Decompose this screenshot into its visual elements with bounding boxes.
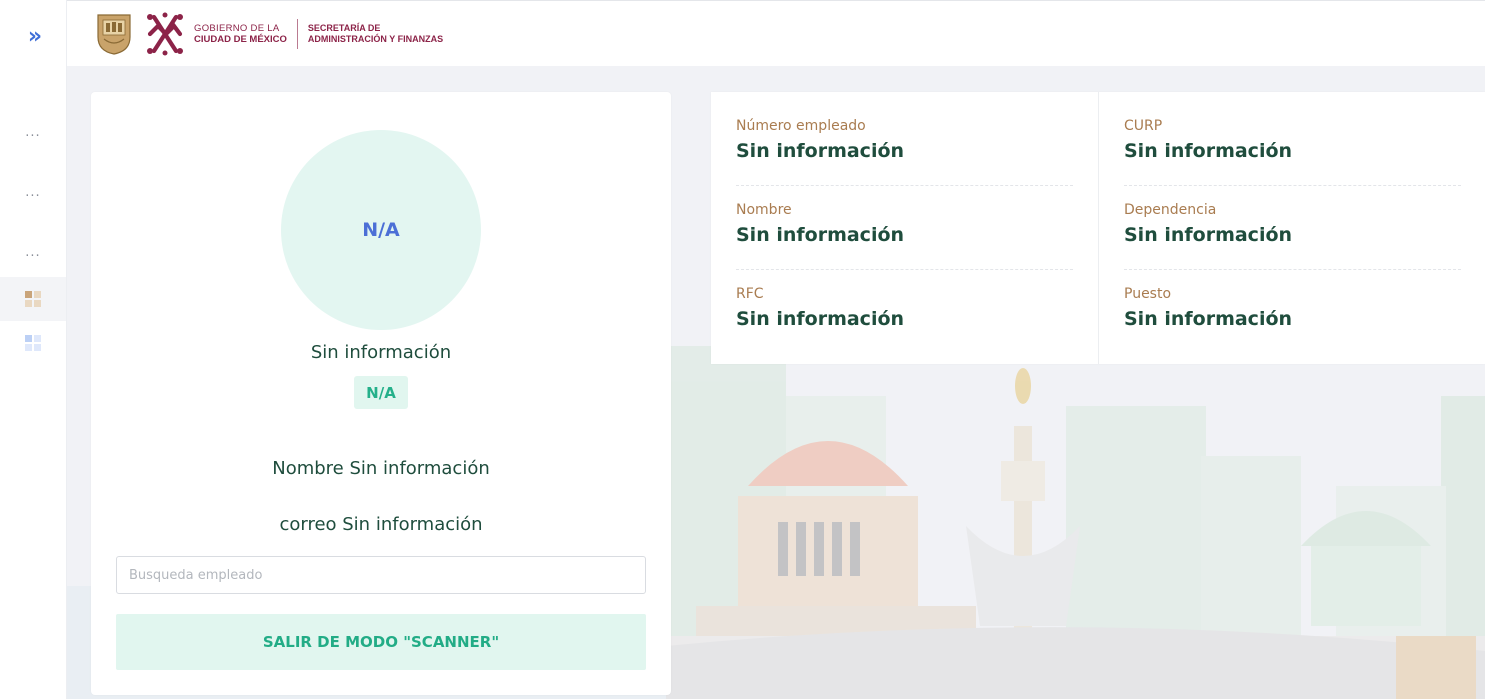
coat-of-arms-icon	[97, 13, 131, 55]
top-header: GOBIERNO DE LA CIUDAD DE MÉXICO SECRETAR…	[66, 0, 1485, 66]
status-badge: N/A	[354, 376, 408, 409]
field-value: Sin información	[1124, 140, 1293, 162]
sidebar-item-dashboard[interactable]	[0, 277, 66, 321]
exit-scanner-mode-button[interactable]: SALIR DE MODO "SCANNER"	[116, 614, 646, 670]
avatar-initials: N/A	[362, 219, 400, 241]
logo-divider	[296, 18, 298, 49]
grid-icon	[25, 335, 41, 351]
cdmx-logo[interactable]: GOBIERNO DE LA CIUDAD DE MÉXICO SECRETAR…	[96, 11, 443, 57]
gobierno-cdmx-text: GOBIERNO DE LA CIUDAD DE MÉXICO	[194, 23, 287, 45]
employee-name: Sin información	[310, 342, 452, 363]
gov-line1: GOBIERNO DE LA	[194, 22, 280, 34]
main-content: N/A Sin información N/A Nombre Sin infor…	[66, 66, 1485, 699]
employee-info-card: Número empleado Sin información Nombre S…	[711, 92, 1485, 364]
field-value: Sin información	[1124, 224, 1293, 246]
field-rfc: RFC Sin información	[736, 286, 1073, 330]
sidebar-item-label: ···	[25, 188, 41, 204]
field-value: Sin información	[736, 224, 905, 246]
field-numero-empleado: Número empleado Sin información	[736, 118, 1073, 186]
sec-line2: ADMINISTRACIÓN Y FINANZAS	[307, 33, 444, 44]
field-label: Dependencia	[1124, 202, 1217, 218]
field-value: Sin información	[736, 140, 905, 162]
field-label: CURP	[1124, 118, 1163, 134]
field-value: Sin información	[736, 308, 905, 330]
field-nombre: Nombre Sin información	[736, 202, 1073, 270]
employee-correo-line: correo Sin información	[279, 514, 483, 535]
field-label: Número empleado	[736, 118, 866, 134]
sidebar-toggle-button[interactable]: ››	[0, 14, 66, 58]
sidebar-item-1[interactable]: ···	[0, 114, 66, 158]
field-puesto: Puesto Sin información	[1124, 286, 1461, 330]
field-label: Puesto	[1124, 286, 1172, 302]
employee-profile-card: N/A Sin información N/A Nombre Sin infor…	[91, 92, 671, 695]
info-column-left: Número empleado Sin información Nombre S…	[711, 92, 1098, 364]
secretaria-text: SECRETARÍA DE ADMINISTRACIÓN Y FINANZAS	[308, 23, 443, 45]
sidebar-item-label: ···	[25, 248, 41, 264]
avatar: N/A	[281, 130, 481, 330]
sidebar-item-apps[interactable]	[0, 321, 66, 365]
sidebar-item-3[interactable]: ···	[0, 234, 66, 278]
employee-search-input[interactable]	[116, 556, 646, 594]
field-label: Nombre	[736, 202, 792, 218]
field-label: RFC	[736, 286, 764, 302]
info-column-right: CURP Sin información Dependencia Sin inf…	[1098, 92, 1485, 364]
employee-nombre-line: Nombre Sin información	[272, 458, 490, 479]
sidebar-item-label: ···	[25, 128, 41, 144]
sidebar: ›› ··· ··· ···	[0, 0, 67, 699]
sec-line1: SECRETARÍA DE	[307, 22, 381, 33]
field-curp: CURP Sin información	[1124, 118, 1461, 186]
sidebar-item-2[interactable]: ···	[0, 174, 66, 218]
grid-icon	[25, 291, 41, 307]
gov-line2: CIUDAD DE MÉXICO	[194, 33, 287, 45]
cdmx-emblem-icon	[147, 12, 183, 55]
double-chevron-right-icon: ››	[27, 23, 42, 49]
field-value: Sin información	[1124, 308, 1293, 330]
field-dependencia: Dependencia Sin información	[1124, 202, 1461, 270]
